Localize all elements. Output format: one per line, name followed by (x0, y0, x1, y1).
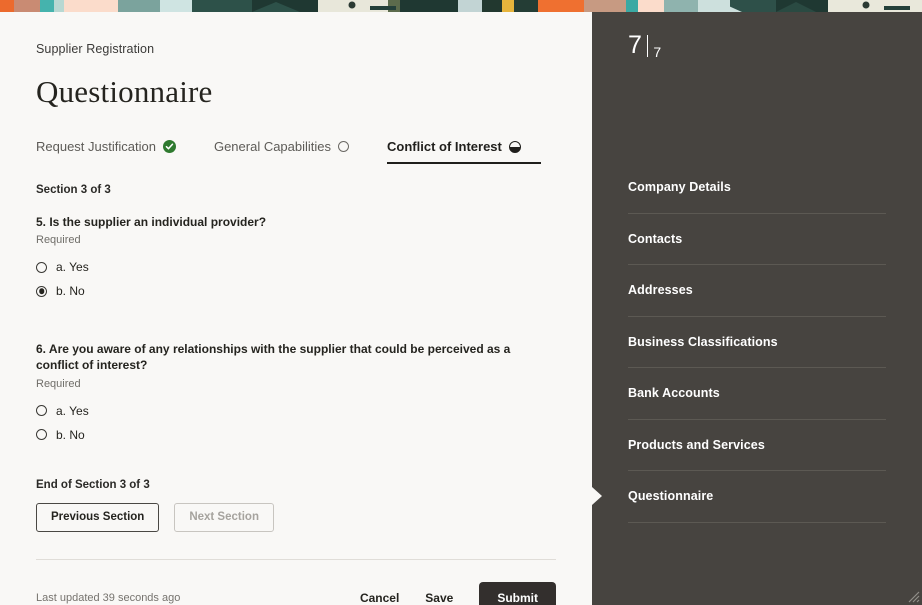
sidebar-item-addresses[interactable]: Addresses (628, 265, 886, 317)
progress-current-step: 7 (628, 31, 642, 59)
tab-label: Request Justification (36, 139, 156, 154)
sidebar-item-label: Addresses (628, 283, 693, 298)
option-label: b. No (56, 284, 85, 299)
radio-option[interactable]: b. No (36, 279, 556, 303)
tab-label: General Capabilities (213, 139, 332, 154)
footer-actions: Cancel Save Submit (360, 582, 556, 605)
sidebar-item-contacts[interactable]: Contacts (628, 214, 886, 265)
radio-circle-icon[interactable] (36, 261, 47, 273)
card-footer: Last updated 39 seconds ago Cancel Save … (0, 560, 592, 605)
radio-option[interactable]: b. No (36, 423, 556, 447)
sidebar-item-label: Company Details (628, 180, 731, 195)
progress-total-steps: 7 (653, 44, 662, 60)
sidebar-item-label: Bank Accounts (628, 386, 720, 401)
required-label: Required (36, 234, 81, 247)
empty-circle-icon (338, 141, 350, 152)
progress-indicator: 7 7 (628, 12, 886, 60)
active-step-arrow-icon (592, 487, 602, 506)
last-updated-text: Last updated 39 seconds ago (36, 592, 181, 605)
previous-section-button[interactable]: Previous Section (36, 502, 160, 533)
half-filled-circle-icon (508, 140, 521, 153)
sidebar-item-company-details[interactable]: Company Details (628, 162, 886, 214)
option-label: b. No (56, 427, 85, 442)
sidebar-item-questionnaire[interactable]: Questionnaire (592, 471, 886, 523)
sidebar-item-bank-accounts[interactable]: Bank Accounts (628, 368, 886, 420)
tab-conflict-of-interest[interactable]: Conflict of Interest (387, 140, 541, 164)
required-label: Required (36, 377, 81, 390)
tab-request-justification[interactable]: Request Justification (36, 140, 194, 164)
sidebar-item-label: Business Classifications (628, 334, 778, 349)
submit-button[interactable]: Submit (479, 582, 556, 605)
section-navigation: Previous Section Next Section (36, 502, 556, 533)
cancel-button[interactable]: Cancel (360, 591, 399, 605)
breadcrumb: Supplier Registration (36, 42, 155, 56)
question-item: 6. Are you aware of any relationships wi… (36, 341, 556, 446)
decorative-banner-image (0, 0, 922, 12)
page-title: Questionnaire (36, 74, 213, 109)
question-text: 6. Are you aware of any relationships wi… (36, 342, 511, 373)
option-label: a. Yes (56, 403, 89, 418)
section-tabs: Request Justification General Capabiliti… (36, 140, 556, 164)
radio-circle-icon[interactable] (36, 405, 47, 417)
save-button[interactable]: Save (425, 591, 453, 605)
radio-option[interactable]: a. Yes (36, 399, 556, 423)
sidebar-item-products-and-services[interactable]: Products and Services (628, 420, 886, 471)
app-window: Supplier Registration Questionnaire Requ… (0, 0, 922, 605)
option-label: a. Yes (56, 260, 89, 275)
resize-grip-icon[interactable] (906, 589, 920, 603)
question-text: 5. Is the supplier an individual provide… (36, 215, 267, 229)
sidebar-item-label: Products and Services (628, 437, 765, 452)
registration-side-panel: 7 7 Company Details Contacts Addresses B… (592, 12, 922, 605)
radio-option[interactable]: a. Yes (36, 255, 556, 279)
next-section-button: Next Section (174, 502, 274, 533)
tab-label: Conflict of Interest (387, 139, 502, 154)
check-circle-icon (162, 140, 176, 153)
sidebar-item-business-classifications[interactable]: Business Classifications (628, 317, 886, 368)
sidebar-item-label: Questionnaire (628, 489, 714, 504)
question-item: 5. Is the supplier an individual provide… (36, 214, 556, 303)
side-panel-nav: Company Details Contacts Addresses Busin… (592, 162, 886, 523)
tab-general-capabilities[interactable]: General Capabilities (214, 140, 367, 164)
section-label: Section 3 of 3 (36, 184, 111, 196)
progress-separator-icon (646, 35, 649, 57)
end-of-section-label: End of Section 3 of 3 (36, 478, 150, 491)
sidebar-item-label: Contacts (628, 231, 683, 246)
radio-circle-selected-icon[interactable] (36, 285, 47, 297)
radio-circle-icon[interactable] (36, 429, 47, 441)
questionnaire-card: Supplier Registration Questionnaire Requ… (0, 12, 592, 605)
